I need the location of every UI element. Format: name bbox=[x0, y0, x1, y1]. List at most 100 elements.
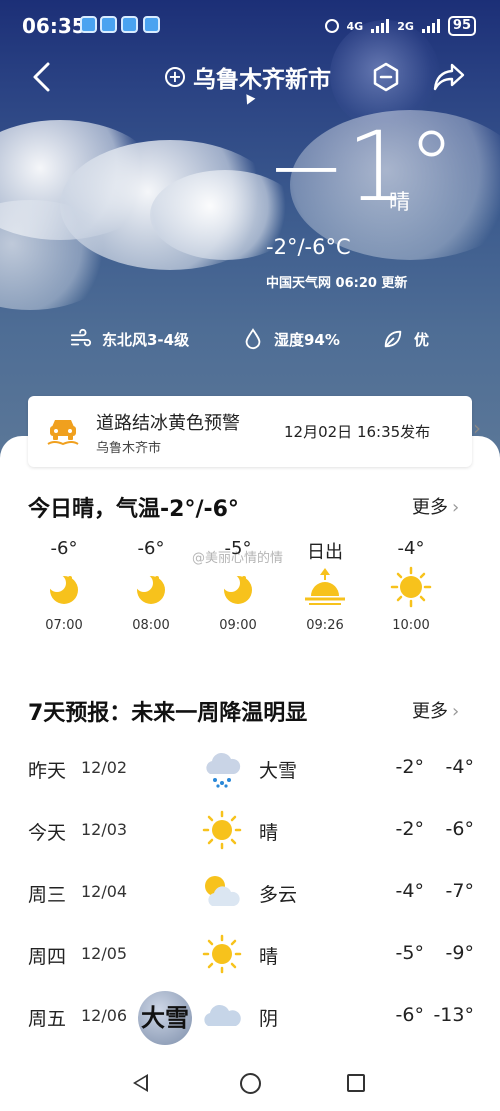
heavy-snow-icon bbox=[206, 752, 241, 788]
road-icing-warning-icon bbox=[47, 420, 79, 446]
system-home-button[interactable] bbox=[240, 1073, 261, 1094]
share-icon bbox=[433, 63, 465, 91]
water-drop-icon bbox=[245, 328, 261, 350]
hourly-time: 08:00 bbox=[132, 618, 170, 633]
cloudy-icon bbox=[204, 1004, 241, 1026]
day-low: -4° bbox=[445, 756, 474, 778]
hourly-time: 07:00 bbox=[45, 618, 83, 633]
wind-label: 东北风3-4级 bbox=[102, 330, 190, 349]
moon-icon bbox=[208, 566, 268, 608]
sun-icon bbox=[202, 934, 242, 974]
day-name: 周四 bbox=[28, 946, 67, 968]
settings-button[interactable] bbox=[371, 62, 401, 92]
day-name: 周三 bbox=[28, 884, 67, 906]
humidity-label: 湿度94% bbox=[274, 330, 340, 349]
daily-row[interactable]: 今天 12/03 晴 -2° -6° bbox=[0, 802, 500, 858]
day-low: -9° bbox=[445, 942, 474, 964]
day-high: -6° bbox=[395, 1004, 424, 1026]
hourly-time: 09:26 bbox=[306, 618, 344, 633]
share-button[interactable] bbox=[432, 61, 466, 93]
signal-icon bbox=[421, 19, 440, 33]
hexagon-minus-icon bbox=[373, 62, 399, 92]
app-notification-icon bbox=[100, 16, 117, 33]
day-condition: 晴 bbox=[259, 946, 279, 968]
city-name: 乌鲁木齐新市 bbox=[193, 67, 331, 93]
hourly-item: 日出 09:26 bbox=[295, 538, 355, 633]
day-high: -4° bbox=[395, 880, 424, 902]
network-label-1: 4G bbox=[346, 19, 364, 33]
day-date: 12/03 bbox=[81, 820, 128, 839]
app-notification-icon bbox=[80, 16, 97, 33]
day-date: 12/02 bbox=[81, 758, 128, 777]
partly-cloudy-icon bbox=[205, 876, 240, 906]
day-condition: 晴 bbox=[259, 822, 279, 844]
status-bar: 06:35 4G 2G 95 bbox=[0, 0, 500, 52]
forecast-more-button[interactable]: 更多 › bbox=[412, 697, 459, 723]
system-recents-button[interactable] bbox=[347, 1074, 365, 1092]
chevron-left-icon bbox=[33, 62, 50, 92]
update-source: 中国天气网 06:20 更新 bbox=[266, 276, 408, 291]
watermark: @美丽心情的情 bbox=[192, 551, 284, 566]
sunrise-icon bbox=[295, 566, 355, 608]
daily-row[interactable]: 昨天 12/02 大雪 -2° -4° bbox=[0, 740, 500, 796]
signal-icon bbox=[371, 19, 390, 33]
moon-icon bbox=[121, 566, 181, 608]
daily-row[interactable]: 周四 12/05 晴 -5° -9° bbox=[0, 926, 500, 982]
temperature-range: -2°/-6°C bbox=[266, 235, 351, 259]
today-title: 今日晴，气温-2°/-6° bbox=[28, 497, 239, 522]
system-navigation-bar bbox=[0, 1050, 500, 1111]
air-quality-metric[interactable]: 优 bbox=[382, 328, 429, 350]
hourly-item: -6° 08:00 bbox=[121, 538, 181, 633]
day-name: 周五 bbox=[28, 1008, 67, 1030]
current-condition: 晴 bbox=[389, 190, 410, 214]
daily-row[interactable]: 周五 12/06 阴 -6° -13° bbox=[0, 988, 500, 1044]
moon-icon bbox=[34, 566, 94, 608]
today-more-button[interactable]: 更多 › bbox=[412, 493, 459, 519]
current-temperature: −1° bbox=[266, 111, 456, 223]
hourly-temp: -6° bbox=[50, 538, 78, 559]
humidity-metric[interactable]: 湿度94% bbox=[242, 328, 340, 350]
hourly-time: 10:00 bbox=[392, 618, 430, 633]
day-date: 12/04 bbox=[81, 882, 128, 901]
network-label-2: 2G bbox=[397, 19, 414, 33]
day-condition: 阴 bbox=[259, 1008, 279, 1030]
back-button[interactable] bbox=[28, 60, 58, 94]
day-low: -7° bbox=[445, 880, 474, 902]
chevron-right-icon: › bbox=[473, 416, 481, 440]
sun-icon bbox=[202, 810, 242, 850]
day-high: -2° bbox=[395, 756, 424, 778]
chevron-right-icon: › bbox=[452, 701, 460, 722]
day-name: 昨天 bbox=[28, 760, 67, 782]
wind-icon bbox=[70, 328, 92, 347]
header: + 乌鲁木齐新市 bbox=[0, 52, 500, 107]
wind-metric[interactable]: 东北风3-4级 bbox=[70, 328, 189, 350]
day-condition: 多云 bbox=[259, 884, 298, 906]
day-date: 12/06 bbox=[81, 1006, 128, 1025]
add-location-icon: + bbox=[165, 67, 185, 87]
battery-indicator: 95 bbox=[447, 16, 476, 36]
hourly-temp: -4° bbox=[397, 538, 425, 559]
day-high: -5° bbox=[395, 942, 424, 964]
day-name: 今天 bbox=[28, 822, 67, 844]
day-low: -6° bbox=[445, 818, 474, 840]
hourly-temp: 日出 bbox=[307, 542, 343, 563]
sun-icon bbox=[381, 566, 441, 608]
alert-time: 12月02日 16:35发布 bbox=[284, 423, 431, 441]
hourly-item: -4° 10:00 bbox=[381, 538, 441, 633]
day-low: -13° bbox=[433, 1004, 474, 1026]
heavy-snow-badge[interactable]: 大雪 bbox=[138, 991, 192, 1045]
hourly-temp: -6° bbox=[137, 538, 165, 559]
forecast-title: 7天预报：未来一周降温明显 bbox=[28, 701, 308, 726]
alert-title: 道路结冰黄色预警 bbox=[96, 413, 240, 434]
day-condition: 大雪 bbox=[259, 760, 298, 782]
city-selector[interactable]: + 乌鲁木齐新市 bbox=[165, 60, 331, 94]
more-label: 更多 bbox=[412, 701, 448, 722]
weather-alert-card[interactable]: 道路结冰黄色预警 乌鲁木齐市 12月02日 16:35发布 › bbox=[28, 396, 481, 467]
hourly-time: 09:00 bbox=[219, 618, 257, 633]
more-label: 更多 bbox=[412, 497, 448, 518]
daily-row[interactable]: 周三 12/04 多云 -4° -7° bbox=[0, 864, 500, 920]
alert-area: 乌鲁木齐市 bbox=[96, 441, 162, 456]
system-back-button[interactable] bbox=[133, 1074, 148, 1092]
day-date: 12/05 bbox=[81, 944, 128, 963]
status-time: 06:35 bbox=[22, 14, 86, 38]
